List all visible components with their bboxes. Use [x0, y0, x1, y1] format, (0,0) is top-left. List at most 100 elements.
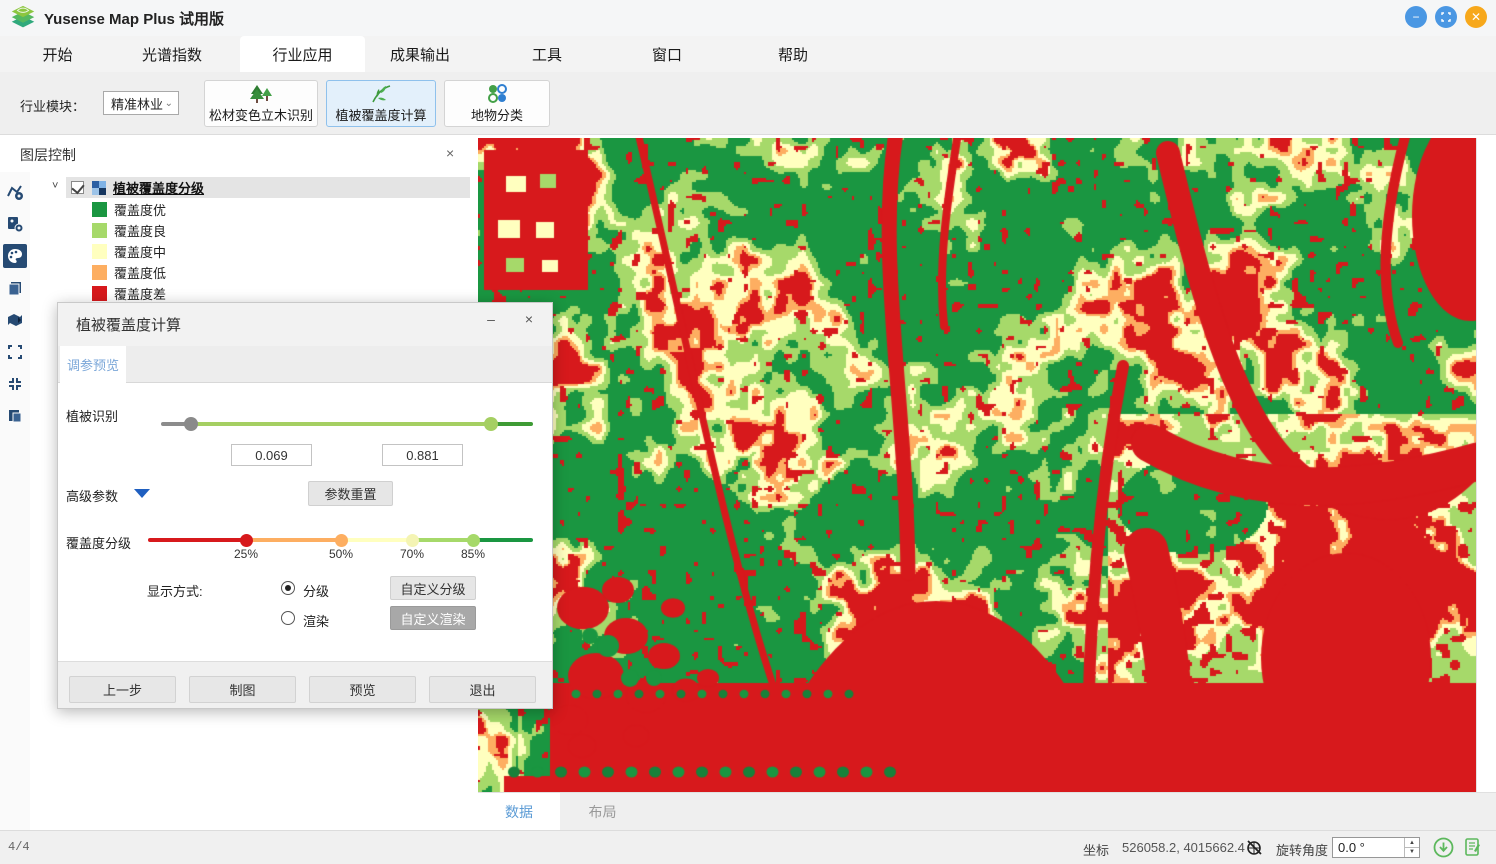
full-extent-icon[interactable]: [3, 340, 27, 364]
chevron-down-icon: ⌄: [165, 98, 173, 109]
minimize-button[interactable]: −: [1405, 6, 1427, 28]
reset-params-button[interactable]: 参数重置: [308, 481, 393, 506]
module-dropdown-value: 精准林业: [111, 94, 163, 113]
raster-settings-icon[interactable]: [3, 212, 27, 236]
dialog-content: 植被识别 0.069 0.881 高级参数 参数重置 覆盖度分级: [58, 383, 552, 661]
layer-visibility-checkbox[interactable]: [71, 181, 84, 194]
legend-item: 覆盖度良: [92, 220, 166, 241]
menu-tab-spectral-index[interactable]: 光谱指数: [118, 36, 226, 72]
legend-item: 覆盖度中: [92, 241, 166, 262]
tab-layout-view[interactable]: 布局: [560, 793, 645, 831]
pine-trees-icon: [248, 84, 274, 104]
palette-icon[interactable]: [3, 244, 27, 268]
map-canvas[interactable]: [478, 138, 1476, 792]
veg-range-max-handle[interactable]: [484, 417, 498, 431]
mouse-coords-icon[interactable]: [1243, 836, 1265, 858]
menu-tab-industry-apps[interactable]: 行业应用: [240, 36, 365, 72]
restore-button[interactable]: [1435, 6, 1457, 28]
grade-handle-25[interactable]: [240, 534, 253, 547]
veg-detect-label: 植被识别: [66, 406, 118, 425]
app-logo-icon: [8, 3, 38, 33]
legend-swatch-medium: [92, 244, 107, 259]
copy-layer-icon[interactable]: [3, 404, 27, 428]
grade-handle-85[interactable]: [467, 534, 480, 547]
dialog-close-icon[interactable]: ×: [520, 311, 538, 327]
layers-icon[interactable]: [3, 276, 27, 300]
map-view[interactable]: [478, 138, 1476, 792]
landcover-classify-label: 地物分类: [471, 105, 523, 124]
prev-step-button[interactable]: 上一步: [69, 676, 176, 703]
radio-grade[interactable]: [281, 581, 295, 595]
module-label: 行业模块：: [20, 96, 85, 115]
grade-handle-70[interactable]: [406, 534, 419, 547]
grade-mark-85: 85%: [461, 547, 485, 561]
vegetation-coverage-label: 植被覆盖度计算: [335, 105, 426, 124]
layer-panel-title: 图层控制: [20, 145, 76, 165]
tab-data-view[interactable]: 数据: [478, 793, 560, 831]
radio-render[interactable]: [281, 611, 295, 625]
dialog-tab-strip: 调参预览: [58, 346, 552, 383]
grade-mark-70: 70%: [400, 547, 424, 561]
tab-param-preview[interactable]: 调参预览: [60, 346, 126, 383]
download-icon[interactable]: [1432, 836, 1454, 858]
advanced-params-label[interactable]: 高级参数: [66, 486, 118, 505]
fit-view-icon[interactable]: [3, 372, 27, 396]
display-mode-label: 显示方式:: [147, 581, 203, 600]
veg-range-min-handle[interactable]: [184, 417, 198, 431]
spinner-arrows[interactable]: ▲▼: [1404, 838, 1419, 857]
close-button[interactable]: ✕: [1465, 6, 1487, 28]
grade-mark-50: 50%: [329, 547, 353, 561]
pine-wilt-detect-button[interactable]: 松材变色立木识别: [204, 80, 318, 127]
vegetation-coverage-button[interactable]: 植被覆盖度计算: [326, 80, 436, 127]
veg-max-input[interactable]: 0.881: [382, 444, 463, 466]
layer-panel-close-icon[interactable]: ×: [446, 145, 454, 161]
tree-expand-icon[interactable]: ˅: [52, 180, 58, 192]
dialog-title: 植被覆盖度计算: [76, 314, 181, 335]
coord-value: 526058.2, 4015662.4: [1122, 840, 1245, 855]
application-window: Yusense Map Plus 试用版 − ✕ 开始 光谱指数 行业应用 成果…: [0, 0, 1496, 864]
exit-button[interactable]: 退出: [429, 676, 536, 703]
menu-tab-help[interactable]: 帮助: [748, 36, 838, 72]
fern-leaf-icon: [369, 84, 393, 104]
make-map-button[interactable]: 制图: [189, 676, 296, 703]
status-bar: 4/4 坐标 526058.2, 4015662.4 旋转角度 0.0 ° ▲▼: [0, 830, 1496, 864]
menu-tab-output[interactable]: 成果输出: [368, 36, 472, 72]
landcover-classify-button[interactable]: 地物分类: [444, 80, 550, 127]
coord-label: 坐标: [1083, 840, 1109, 859]
basemap-pin-icon[interactable]: [3, 308, 27, 332]
log-report-icon[interactable]: [1462, 836, 1484, 858]
vector-settings-icon[interactable]: [3, 180, 27, 204]
menu-tab-start[interactable]: 开始: [20, 36, 95, 72]
legend-swatch-low: [92, 265, 107, 280]
layer-tool-strip: [0, 172, 30, 830]
legend-item: 覆盖度差: [92, 283, 166, 304]
grade-handle-50[interactable]: [335, 534, 348, 547]
radio-render-label[interactable]: 渲染: [303, 611, 329, 630]
veg-min-input[interactable]: 0.069: [231, 444, 312, 466]
menu-tab-window[interactable]: 窗口: [622, 36, 712, 72]
rotate-angle-value: 0.0 °: [1338, 840, 1365, 855]
legend-item: 覆盖度优: [92, 199, 166, 220]
restore-icon: [1441, 12, 1451, 22]
document-tab-strip: 数据 布局: [478, 792, 1496, 830]
preview-button[interactable]: 预览: [309, 676, 416, 703]
legend-item: 覆盖度低: [92, 262, 166, 283]
layer-tree-root-row[interactable]: 植被覆盖度分级: [66, 177, 470, 198]
dialog-minimize-icon[interactable]: –: [482, 311, 500, 327]
radio-grade-label[interactable]: 分级: [303, 581, 329, 600]
classify-circles-icon: [486, 84, 508, 104]
advanced-expand-icon[interactable]: [134, 489, 150, 498]
grade-mark-25: 25%: [234, 547, 258, 561]
menu-bar: 开始 光谱指数 行业应用 成果输出 工具 窗口 帮助: [0, 36, 1496, 72]
spin-down-icon: ▼: [1405, 847, 1419, 856]
pine-wilt-detect-label: 松材变色立木识别: [209, 105, 313, 124]
module-dropdown[interactable]: 精准林业 ⌄: [103, 91, 179, 115]
rotate-label: 旋转角度: [1276, 840, 1328, 859]
layer-name[interactable]: 植被覆盖度分级: [113, 178, 204, 197]
title-bar: Yusense Map Plus 试用版 − ✕: [0, 0, 1496, 36]
rotate-angle-spinbox[interactable]: 0.0 ° ▲▼: [1332, 837, 1420, 858]
custom-grade-button[interactable]: 自定义分级: [390, 576, 476, 600]
menu-tab-tools[interactable]: 工具: [502, 36, 592, 72]
custom-render-button[interactable]: 自定义渲染: [390, 606, 476, 630]
vegetation-coverage-dialog: 植被覆盖度计算 – × 调参预览 植被识别 0.069 0.881 高级参数 参…: [57, 302, 553, 709]
